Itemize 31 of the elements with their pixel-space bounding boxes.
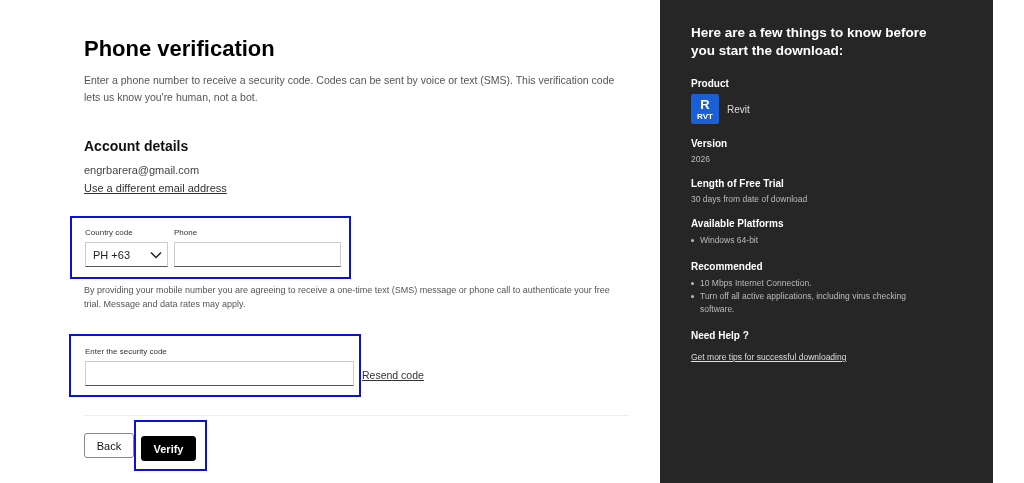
info-label: Recommended: [691, 261, 764, 272]
resend-code-link[interactable]: Resend code: [362, 369, 424, 381]
consent-text: By providing your mobile number you are agreeing to receive a one-time text (SMS) message or phone call to authenticate your free trial. Message and data rates may apply.: [84, 284, 611, 311]
info-label: Version: [691, 138, 729, 149]
security-code-input[interactable]: [85, 361, 354, 386]
verify-button[interactable]: Verify: [141, 436, 196, 461]
list-item: 10 Mbps Internet Connection.: [691, 277, 938, 290]
section-heading: Account details: [84, 138, 190, 154]
info-label: Product: [691, 78, 730, 89]
field-label: Country code: [85, 228, 134, 237]
description: Enter a phone number to receive a security code. Codes can be sent by voice or text (SMS). This verification code lets us know you're human, not a bot.: [84, 73, 616, 105]
change-email-link[interactable]: Use a different email address: [84, 182, 227, 194]
chevron-down-icon: [150, 250, 162, 259]
panel-heading: Here are a few things to know before you start the download:: [691, 24, 928, 60]
field-label: Enter the security code: [85, 347, 168, 356]
info-value: 30 days from date of download: [691, 194, 809, 204]
product-name: Revit: [727, 103, 750, 115]
info-label: Available Platforms: [691, 218, 785, 229]
info-value: 2026: [691, 154, 711, 164]
list-item: Windows 64-bit: [691, 234, 938, 247]
field-label: Phone: [174, 228, 199, 237]
list-item: Turn off all active applications, including virus checking software.: [691, 290, 938, 316]
info-label: Length of Free Trial: [691, 178, 785, 189]
page-title: Phone verification: [84, 36, 276, 62]
email-text: engrbarera@gmail.com: [84, 164, 201, 176]
info-label: Need Help ?: [691, 330, 750, 341]
country-code-select[interactable]: PH +63: [85, 242, 168, 267]
phone-input[interactable]: [174, 242, 341, 267]
help-link[interactable]: Get more tips for successful downloading: [691, 352, 847, 362]
back-button[interactable]: Back: [84, 433, 134, 458]
product-icon: R RVT: [691, 94, 719, 124]
